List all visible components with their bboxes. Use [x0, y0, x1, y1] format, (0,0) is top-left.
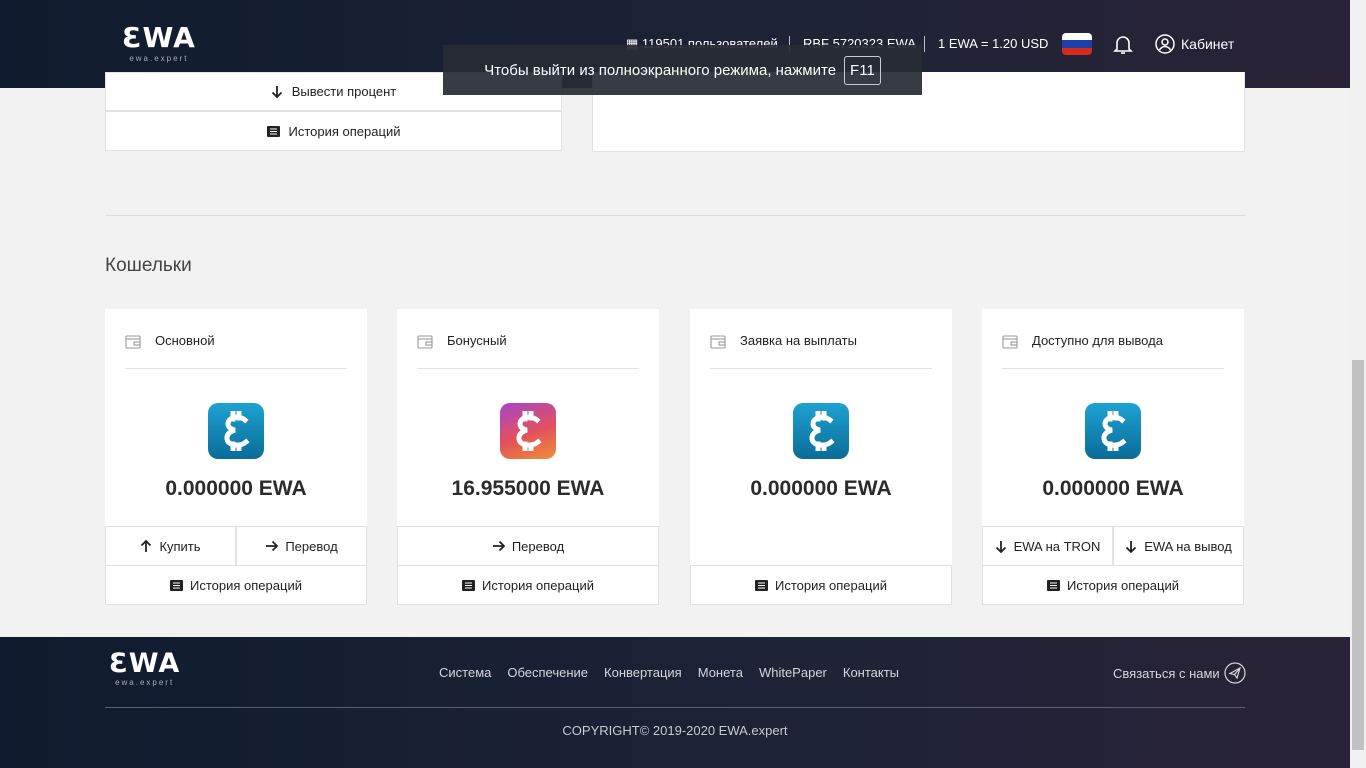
- list-icon: [1047, 579, 1061, 591]
- footer-divider: [105, 707, 1245, 708]
- exchange-rate: 1 EWA = 1.20 USD: [938, 36, 1049, 51]
- wallet-history-button[interactable]: История операций: [397, 565, 659, 605]
- send-plane-icon: [1224, 662, 1246, 684]
- scrollbar-thumb[interactable]: [1352, 360, 1364, 750]
- footer-link-coin[interactable]: Монета: [698, 665, 743, 680]
- transfer-label: Перевод: [511, 538, 565, 554]
- contact-us-label: Связаться с нами: [1113, 665, 1220, 681]
- page-scrollbar[interactable]: [1350, 0, 1366, 768]
- footer-logo[interactable]: ƐWA ewa.expert: [109, 648, 181, 688]
- buy-label: Купить: [159, 538, 201, 554]
- wallet-amount: 0.000000 EWA: [1042, 477, 1184, 500]
- copyright-text: COPYRIGHT© 2019-2020 EWA.expert: [562, 723, 788, 738]
- arrow-down-icon: [271, 85, 283, 98]
- contact-us-link[interactable]: Связаться с нами: [1113, 662, 1246, 684]
- history-button[interactable]: История операций: [105, 111, 562, 151]
- wallet-card-payout-request: Заявка на выплаты 0.000000 EWA История о…: [690, 309, 952, 605]
- footer-link-conversion[interactable]: Конвертация: [604, 665, 682, 680]
- footer-logo-subtitle: ewa.expert: [115, 678, 175, 687]
- language-flag-ru[interactable]: [1062, 33, 1092, 55]
- footer-logo-mark: ƐWA: [109, 648, 181, 679]
- wallet-icon: [1002, 335, 1018, 349]
- arrow-down-icon: [1125, 540, 1137, 553]
- footer-link-whitepaper[interactable]: WhitePaper: [759, 665, 827, 680]
- wallet-history-label: История операций: [775, 577, 887, 593]
- logo-mark: ƐWA: [122, 21, 196, 54]
- wallet-name: Бонусный: [447, 333, 507, 348]
- wallet-header: Доступно для вывода: [1002, 333, 1224, 369]
- site-footer: ƐWA ewa.expert Система Обеспечение Конве…: [0, 637, 1350, 768]
- wallet-history-button[interactable]: История операций: [982, 565, 1244, 605]
- site-logo[interactable]: ƐWA ewa.expert: [122, 21, 196, 64]
- ewa-to-tron-button[interactable]: EWA на TRON: [982, 526, 1113, 566]
- ewa-withdraw-button[interactable]: EWA на вывод: [1113, 526, 1244, 566]
- footer-nav: Система Обеспечение Конвертация Монета W…: [439, 665, 899, 680]
- footer-link-backing[interactable]: Обеспечение: [507, 665, 588, 680]
- list-icon: [462, 579, 476, 591]
- wallet-history-button[interactable]: История операций: [690, 565, 952, 605]
- ewa-withdraw-label: EWA на вывод: [1144, 538, 1232, 554]
- wallet-history-label: История операций: [190, 577, 302, 593]
- header-separator: [924, 36, 925, 52]
- wallet-amount: 0.000000 EWA: [750, 477, 892, 500]
- footer-link-contacts[interactable]: Контакты: [843, 665, 899, 680]
- arrow-right-icon: [492, 540, 505, 552]
- ewa-coin-icon: [793, 403, 849, 459]
- wallet-amount: 0.000000 EWA: [165, 477, 307, 500]
- list-icon: [755, 579, 769, 591]
- fullscreen-toast: Чтобы выйти из полноэкранного режима, на…: [443, 45, 922, 95]
- wallet-amount: 16.955000 EWA: [451, 477, 605, 500]
- wallet-card-bonus: Бонусный 16.955000 EWA Перевод История о…: [397, 309, 659, 605]
- ewa-bonus-coin-icon: [500, 403, 556, 459]
- cabinet-link[interactable]: Кабинет: [1155, 34, 1234, 54]
- wallet-card-main: Основной 0.000000 EWA Купить Перевод Ист…: [105, 309, 367, 605]
- wallet-name: Заявка на выплаты: [740, 333, 857, 348]
- wallet-header: Заявка на выплаты: [710, 333, 932, 369]
- list-icon: [170, 579, 184, 591]
- toast-key: F11: [844, 55, 881, 85]
- wallets-title: Кошельки: [105, 255, 192, 276]
- footer-link-system[interactable]: Система: [439, 665, 491, 680]
- cabinet-label: Кабинет: [1181, 36, 1235, 52]
- wallet-history-label: История операций: [1067, 577, 1179, 593]
- wallet-history-button[interactable]: История операций: [105, 565, 367, 605]
- buy-button[interactable]: Купить: [105, 526, 236, 566]
- arrow-down-icon: [995, 540, 1007, 553]
- ewa-to-tron-label: EWA на TRON: [1013, 538, 1101, 554]
- wallet-header: Основной: [125, 333, 347, 369]
- transfer-button[interactable]: Перевод: [236, 526, 367, 566]
- section-divider: [105, 215, 1245, 216]
- transfer-button[interactable]: Перевод: [397, 526, 659, 566]
- wallet-icon: [710, 335, 726, 349]
- wallet-history-label: История операций: [482, 577, 594, 593]
- ewa-coin-icon: [1085, 403, 1141, 459]
- user-circle-icon: [1155, 34, 1175, 54]
- transfer-label: Перевод: [285, 538, 338, 554]
- toast-text: Чтобы выйти из полноэкранного режима, на…: [484, 61, 837, 79]
- wallet-header: Бонусный: [417, 333, 639, 369]
- history-label: История операций: [288, 123, 401, 139]
- wallet-icon: [125, 335, 141, 349]
- arrow-up-icon: [140, 539, 152, 553]
- wallet-icon: [417, 335, 433, 349]
- notification-bell-icon[interactable]: [1111, 32, 1135, 56]
- wallet-name: Доступно для вывода: [1032, 333, 1163, 348]
- arrow-right-icon: [265, 540, 279, 552]
- wallet-name: Основной: [155, 333, 215, 348]
- wallet-card-available: Доступно для вывода 0.000000 EWA EWA на …: [982, 309, 1244, 605]
- withdraw-percent-label: Вывести процент: [291, 84, 397, 99]
- logo-subtitle: ewa.expert: [129, 54, 189, 63]
- ewa-coin-icon: [208, 403, 264, 459]
- list-icon: [266, 125, 280, 137]
